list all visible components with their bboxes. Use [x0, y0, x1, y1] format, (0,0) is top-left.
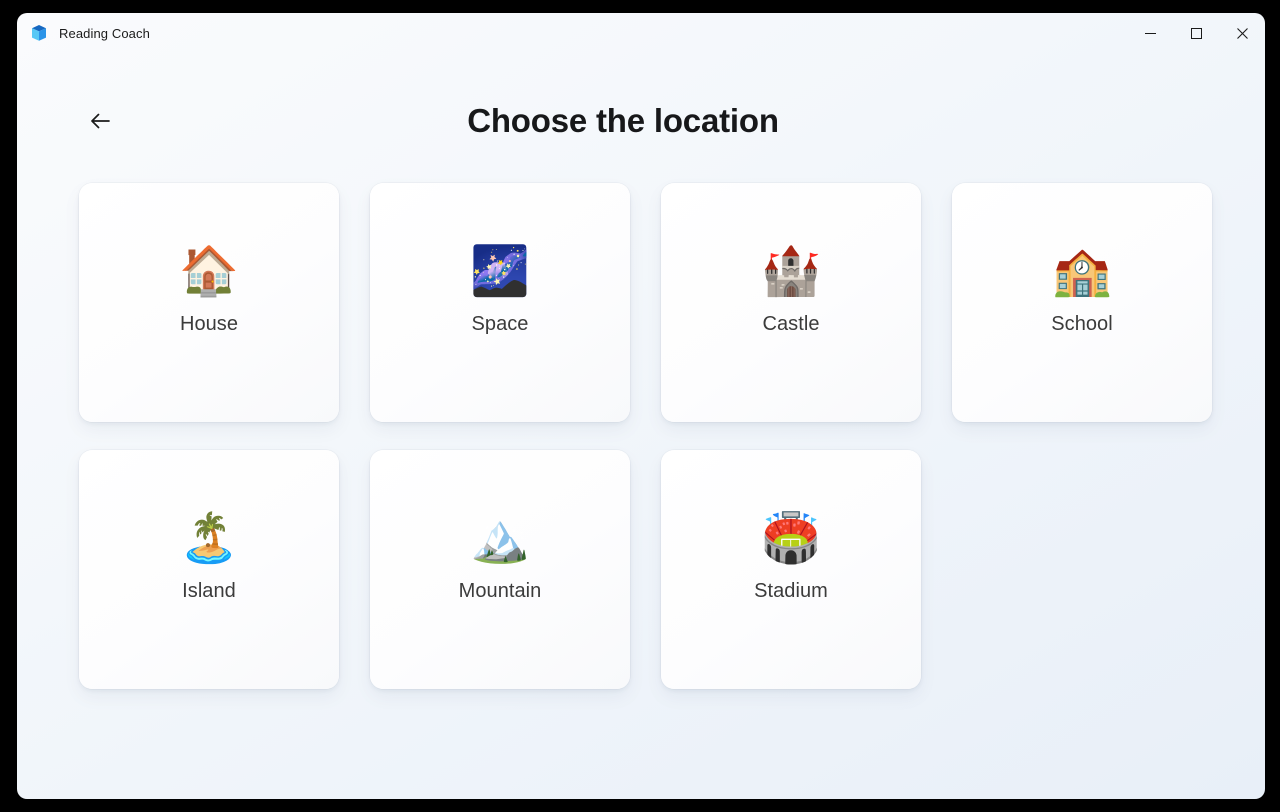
- title-bar: Reading Coach: [17, 13, 1265, 53]
- app-title: Reading Coach: [59, 25, 150, 41]
- location-card-stadium[interactable]: 🏟️ Stadium: [661, 450, 921, 689]
- school-emoji-icon: 🏫: [1052, 245, 1112, 298]
- close-button[interactable]: [1219, 13, 1265, 53]
- arrow-left-icon: [87, 108, 113, 134]
- location-card-space[interactable]: 🌌 Space: [370, 183, 630, 422]
- mountain-emoji-icon: 🏔️: [470, 512, 530, 565]
- location-card-label: School: [1051, 313, 1113, 335]
- back-button[interactable]: [79, 100, 121, 142]
- page-header: Choose the location: [79, 81, 1203, 161]
- location-card-house[interactable]: 🏠 House: [79, 183, 339, 422]
- location-card-island[interactable]: 🏝️ Island: [79, 450, 339, 689]
- location-card-castle[interactable]: 🏰 Castle: [661, 183, 921, 422]
- close-icon: [1236, 27, 1248, 39]
- main-content: Choose the location 🏠 House 🌌 Space 🏰 Ca…: [17, 53, 1265, 799]
- location-card-label: Mountain: [458, 580, 542, 602]
- stadium-emoji-icon: 🏟️: [761, 512, 821, 565]
- location-card-label: Stadium: [754, 580, 828, 602]
- location-card-label: Castle: [762, 313, 820, 335]
- location-card-school[interactable]: 🏫 School: [952, 183, 1212, 422]
- island-emoji-icon: 🏝️: [179, 512, 239, 565]
- page-title: Choose the location: [467, 102, 779, 139]
- app-window: Reading Coach Choose the location 🏠 Hous…: [17, 13, 1265, 799]
- location-card-label: House: [179, 313, 239, 335]
- minimize-button[interactable]: [1127, 13, 1173, 53]
- location-card-label: Space: [471, 313, 529, 335]
- minimize-icon: [1144, 28, 1156, 39]
- castle-emoji-icon: 🏰: [761, 245, 821, 298]
- location-card-mountain[interactable]: 🏔️ Mountain: [370, 450, 630, 689]
- window-controls: [1127, 13, 1265, 53]
- milky-way-emoji-icon: 🌌: [470, 245, 530, 298]
- reading-coach-cube-icon: [29, 23, 49, 43]
- maximize-icon: [1190, 27, 1202, 39]
- location-card-grid: 🏠 House 🌌 Space 🏰 Castle 🏫 School 🏝️ Isl…: [79, 183, 1212, 689]
- maximize-button[interactable]: [1173, 13, 1219, 53]
- location-card-label: Island: [182, 580, 236, 602]
- house-emoji-icon: 🏠: [179, 245, 239, 298]
